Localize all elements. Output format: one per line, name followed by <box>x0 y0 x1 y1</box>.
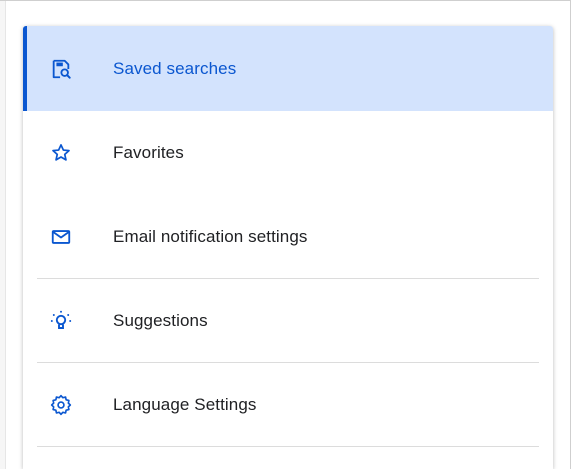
menu-item-label: Suggestions <box>113 311 208 330</box>
menu-item-saved-searches[interactable]: Saved searches <box>23 26 553 111</box>
saved-search-icon <box>49 57 73 81</box>
menu-divider <box>37 446 539 447</box>
settings-menu: Saved searches Favorites Email notificat… <box>23 26 553 469</box>
star-icon <box>49 141 73 165</box>
menu-item-label: Email notification settings <box>113 227 308 246</box>
gear-icon <box>49 393 73 417</box>
menu-item-language-settings[interactable]: Language Settings <box>23 363 553 447</box>
menu-item-email-notification-settings[interactable]: Email notification settings <box>23 195 553 279</box>
menu-item-suggestions[interactable]: Suggestions <box>23 279 553 363</box>
menu-item-label: Favorites <box>113 143 184 162</box>
mail-icon <box>49 225 73 249</box>
menu-item-label: Saved searches <box>113 58 237 78</box>
left-edge-strip <box>0 1 6 469</box>
menu-item-favorites[interactable]: Favorites <box>23 111 553 195</box>
menu-item-label: Language Settings <box>113 395 257 414</box>
lightbulb-icon <box>49 309 73 333</box>
